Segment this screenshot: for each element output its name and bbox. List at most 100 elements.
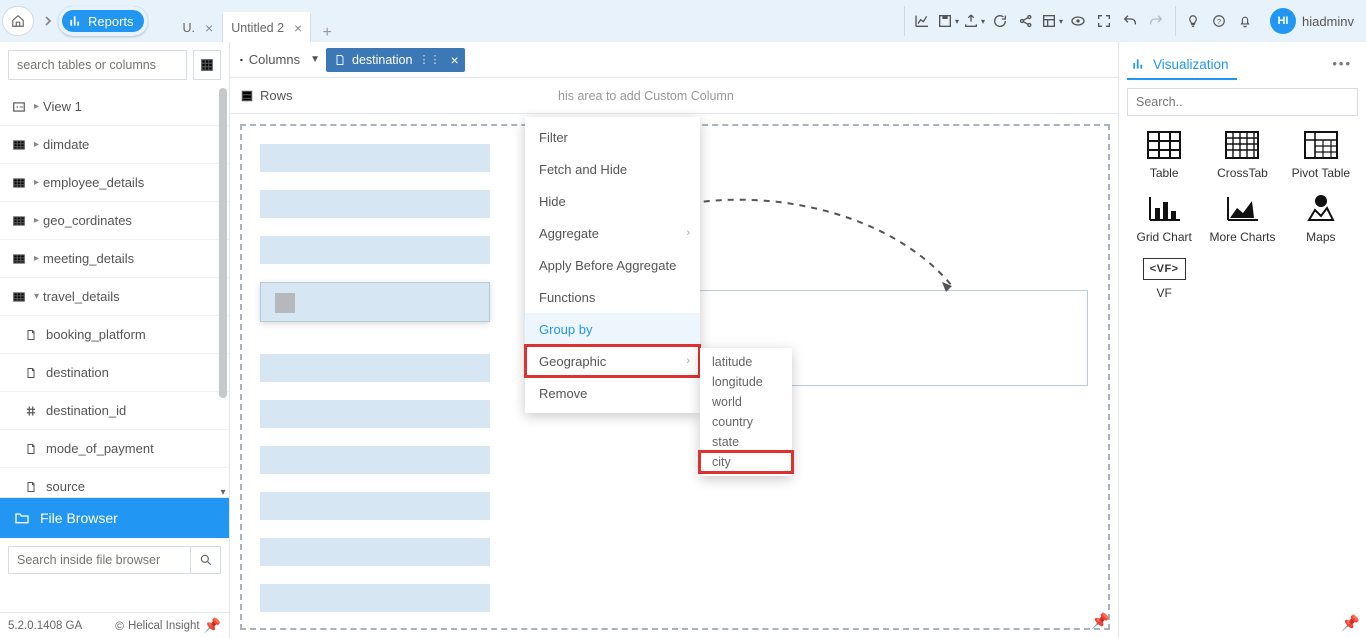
tab-2[interactable]: Untitled 2 ×: [222, 12, 311, 42]
bell-icon: [1238, 14, 1252, 28]
export-button[interactable]: ▾: [961, 8, 987, 34]
sidebar-item-meeting[interactable]: ▸ meeting_details: [0, 240, 229, 278]
close-icon[interactable]: ×: [294, 21, 302, 35]
viz-option-table[interactable]: Table: [1127, 126, 1201, 184]
close-icon[interactable]: ×: [205, 21, 213, 35]
visualization-tab[interactable]: Visualization: [1127, 50, 1237, 80]
viz-option-pivot[interactable]: Pivot Table: [1284, 126, 1358, 184]
file-search-button[interactable]: [191, 546, 221, 574]
sidebar-item-destinationid[interactable]: destination_id: [0, 392, 229, 430]
undo-button[interactable]: [1117, 8, 1143, 34]
menu-item-functions[interactable]: Functions: [525, 281, 700, 313]
placeholder-bar: [260, 190, 490, 218]
add-tab-button[interactable]: +: [315, 24, 339, 42]
submenu-item-world[interactable]: world: [700, 392, 792, 412]
menu-item-filter[interactable]: Filter: [525, 121, 700, 153]
preview-button[interactable]: [1065, 8, 1091, 34]
grid-toggle-button[interactable]: [193, 50, 221, 80]
more-options-button[interactable]: •••: [1332, 56, 1352, 71]
sidebar-item-view1[interactable]: ▸ View 1: [0, 88, 229, 126]
rows-shelf[interactable]: Rows his area to add Custom Column: [230, 78, 1118, 114]
scrollbar-thumb[interactable]: [219, 88, 227, 398]
help-button[interactable]: ?: [1206, 8, 1232, 34]
sidebar-item-travel[interactable]: ▾ travel_details: [0, 278, 229, 316]
geographic-submenu: latitude longitude world country state c…: [700, 348, 792, 476]
version-label: 5.2.0.1408 GA: [8, 620, 82, 632]
table-icon: [10, 290, 28, 304]
refresh-button[interactable]: [987, 8, 1013, 34]
table-icon: [1146, 130, 1182, 160]
menu-item-groupby[interactable]: Group by: [525, 313, 700, 345]
sidebar-item-dimdate[interactable]: ▸ dimdate: [0, 126, 229, 164]
submenu-item-city[interactable]: city: [700, 452, 792, 472]
viz-option-gridchart[interactable]: Grid Chart: [1127, 190, 1201, 248]
canvas: Columns ▼ destination ⋮⋮ × Rows his area…: [230, 42, 1118, 638]
menu-item-hide[interactable]: Hide: [525, 185, 700, 217]
pin-icon[interactable]: 📌: [1341, 614, 1360, 632]
fullscreen-button[interactable]: [1091, 8, 1117, 34]
sidebar-item-source[interactable]: source: [0, 468, 229, 498]
file-browser-header[interactable]: File Browser: [0, 498, 229, 538]
sidebar-item-destination[interactable]: destination: [0, 354, 229, 392]
chart-tool-button[interactable]: [909, 8, 935, 34]
column-context-menu: Filter Fetch and Hide Hide Aggregate› Ap…: [525, 117, 700, 413]
close-icon[interactable]: ×: [450, 52, 458, 68]
sidebar-item-geo[interactable]: ▸ geo_cordinates: [0, 202, 229, 240]
chevron-down-icon: ▾: [34, 291, 39, 302]
menu-item-aggregate[interactable]: Aggregate›: [525, 217, 700, 249]
viz-option-maps[interactable]: Maps: [1284, 190, 1358, 248]
nav-left: Reports: [0, 0, 148, 42]
text-column-icon: [22, 366, 40, 380]
save-icon: [937, 13, 953, 29]
menu-item-fetchhide[interactable]: Fetch and Hide: [525, 153, 700, 185]
menu-item-remove[interactable]: Remove: [525, 377, 700, 409]
vf-icon: <VF>: [1143, 258, 1186, 280]
table-icon: [10, 176, 28, 190]
main-area: ▸ View 1 ▸ dimdate ▸ employee_details ▸ …: [0, 42, 1366, 638]
submenu-item-longitude[interactable]: longitude: [700, 372, 792, 392]
sidebar-item-payment[interactable]: mode_of_payment: [0, 430, 229, 468]
viz-option-crosstab[interactable]: CrossTab: [1205, 126, 1279, 184]
drag-handle-icon[interactable]: ⋮⋮: [418, 53, 440, 66]
tree-scrollbar[interactable]: ▾: [217, 88, 229, 497]
sidebar-item-employee[interactable]: ▸ employee_details: [0, 164, 229, 202]
viz-option-vf[interactable]: <VF> VF: [1127, 254, 1201, 304]
placeholder-bar: [260, 144, 490, 172]
search-icon: [199, 553, 213, 567]
visualization-search-input[interactable]: [1127, 88, 1358, 116]
viz-option-morecharts[interactable]: More Charts: [1205, 190, 1279, 248]
text-column-icon: [334, 54, 346, 66]
sidebar-item-booking[interactable]: booking_platform: [0, 316, 229, 354]
columns-shelf[interactable]: Columns ▼ destination ⋮⋮ ×: [230, 42, 1118, 78]
rows-icon: [240, 89, 254, 103]
pin-icon[interactable]: 📌: [1091, 612, 1110, 630]
menu-item-geographic[interactable]: Geographic›: [525, 345, 700, 377]
save-button[interactable]: ▾: [935, 8, 961, 34]
dragging-chip[interactable]: [260, 282, 490, 322]
pin-icon[interactable]: 📌: [204, 617, 221, 634]
tab-1[interactable]: U. ×: [174, 12, 223, 42]
submenu-item-state[interactable]: state: [700, 432, 792, 452]
table-search-input[interactable]: [8, 50, 187, 80]
user-menu[interactable]: HI hiadminv: [1264, 8, 1360, 34]
menu-item-applybefore[interactable]: Apply Before Aggregate: [525, 249, 700, 281]
share-button[interactable]: [1013, 8, 1039, 34]
reports-label: Reports: [88, 14, 134, 29]
fullscreen-icon: [1096, 13, 1112, 29]
chevron-right-icon: ▸: [34, 253, 39, 264]
chevron-right-icon: ▸: [34, 177, 39, 188]
submenu-item-country[interactable]: country: [700, 412, 792, 432]
home-button[interactable]: [2, 6, 34, 36]
hint-button[interactable]: [1180, 8, 1206, 34]
file-search-input[interactable]: [8, 546, 191, 574]
submenu-item-latitude[interactable]: latitude: [700, 352, 792, 372]
notifications-button[interactable]: [1232, 8, 1258, 34]
column-chip-destination[interactable]: destination ⋮⋮ ×: [326, 48, 465, 72]
undo-icon: [1122, 13, 1138, 29]
reports-tab[interactable]: Reports: [58, 6, 148, 36]
chevron-down-icon[interactable]: ▼: [310, 54, 320, 65]
layout-button[interactable]: ▾: [1039, 8, 1065, 34]
redo-button[interactable]: [1143, 8, 1169, 34]
chevron-right-icon: [43, 16, 53, 26]
chevron-down-icon[interactable]: ▾: [218, 487, 228, 497]
